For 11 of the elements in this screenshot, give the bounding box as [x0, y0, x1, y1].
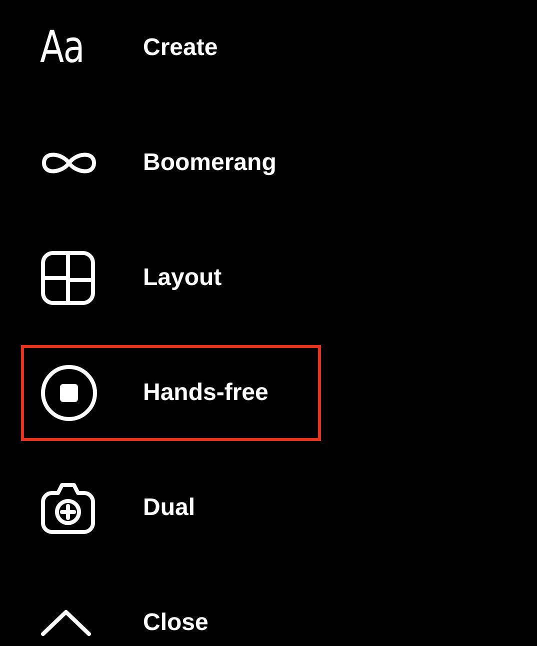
menu-item[interactable]: Boomerang [21, 115, 321, 211]
chevron-up-icon [40, 609, 92, 637]
record-icon [40, 364, 98, 422]
font-icon: Aa [40, 26, 84, 70]
camera-icon [40, 481, 96, 535]
menu-item[interactable]: Dual [21, 460, 321, 556]
menu-item[interactable]: Close [21, 575, 321, 646]
menu-item[interactable]: Aa Create [21, 0, 321, 96]
layout-icon [40, 250, 96, 306]
menu-item[interactable]: Hands-free [21, 345, 321, 441]
menu-item[interactable]: Layout [21, 230, 321, 326]
